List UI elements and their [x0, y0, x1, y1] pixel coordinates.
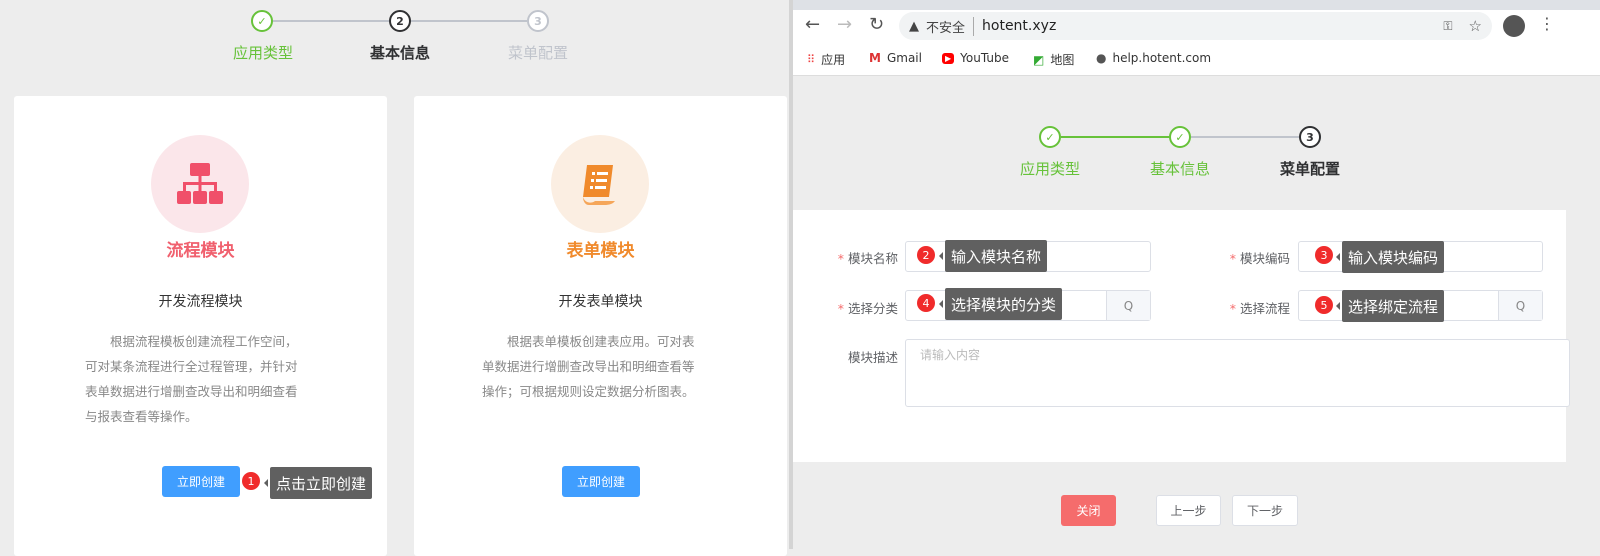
callout-badge: 5 [1315, 296, 1333, 314]
search-icon[interactable]: Q [1106, 291, 1150, 320]
required-mark: * [1229, 301, 1236, 316]
apps-grid-icon: ⠿ [807, 53, 816, 66]
bookmark-gmail[interactable]: M Gmail [869, 51, 922, 65]
menu-icon[interactable]: ⋮ [1539, 14, 1555, 33]
card-subtitle: 开发表单模块 [558, 294, 643, 310]
callout-tooltip: 点击立即创建 [263, 467, 373, 499]
left-panel: ✓ 2 3 应用类型 基本信息 菜单配置 流程模块 开发流程模块 根据流程模板创… [0, 0, 789, 556]
step-1-check-icon: ✓ [1039, 126, 1061, 148]
required-mark: * [1229, 251, 1236, 266]
callout-badge: 4 [917, 294, 935, 312]
url-text: hotent.xyz [982, 18, 1057, 34]
bookmark-label: Gmail [886, 51, 922, 65]
step-2-circle: 2 [389, 10, 411, 32]
forward-icon[interactable]: → [837, 14, 852, 35]
step-1-label: 应用类型 [232, 44, 294, 62]
callout-badge: 3 [1315, 246, 1333, 264]
callout-badge: 1 [242, 472, 260, 490]
profile-avatar-icon[interactable] [1503, 15, 1525, 37]
callout-tooltip: 输入模块名称 [938, 240, 1048, 272]
form-module-card: 表单模块 开发表单模块 根据表单模板创建表应用。可对表 单数据进行增删查改导出和… [414, 96, 787, 556]
step-1-check-icon: ✓ [251, 10, 273, 32]
module-form: * 模块名称 * 模块编码 * 选择分类 Q * 选择流程 Q 模块描述 请输入内容 2… [793, 210, 1570, 462]
callout-tooltip: 选择绑定流程 [1335, 290, 1445, 322]
required-mark: * [837, 301, 844, 316]
step-2-label: 基本信息 [1149, 160, 1211, 178]
desc-line: 表单数据进行增删查改导出和明细查看 [85, 384, 298, 399]
bookmark-help[interactable]: ● help.hotent.com [1096, 51, 1211, 65]
desc-line: 可对某条流程进行全过程管理，并针对 [85, 359, 298, 374]
warning-icon: ▲ [909, 18, 919, 34]
star-icon[interactable]: ☆ [1469, 17, 1482, 35]
create-form-module-button[interactable]: 立即创建 [562, 466, 640, 497]
step-line [411, 20, 527, 22]
step-line [1061, 136, 1170, 138]
gmail-icon: M [869, 51, 881, 65]
create-flow-module-button[interactable]: 立即创建 [162, 466, 240, 497]
youtube-icon: ▶ [942, 52, 955, 64]
callout-tooltip: 输入模块编码 [1335, 241, 1445, 273]
bookmarks-bar: ⠿ 应用 M Gmail ▶ YouTube ◩ 地图 ● help.hotent.com [793, 44, 1600, 76]
desc-line: 根据表单模板创建表应用。可对表 [482, 334, 695, 349]
flow-label: * 选择流程 [1210, 298, 1290, 317]
card-title: 表单模块 [566, 241, 635, 261]
label-text: 选择分类 [847, 301, 898, 316]
step-3-circle: 3 [1299, 126, 1321, 148]
step-2-check-icon: ✓ [1169, 126, 1191, 148]
card-description: 根据表单模板创建表应用。可对表 单数据进行增删查改导出和明细查看等 操作；可根据… [482, 329, 695, 404]
reload-icon[interactable]: ↻ [869, 14, 884, 35]
back-icon[interactable]: ← [805, 14, 820, 35]
label-text: 模块编码 [1239, 251, 1290, 266]
card-subtitle: 开发流程模块 [158, 294, 243, 310]
tab-strip [793, 0, 1600, 10]
step-line [1191, 136, 1300, 138]
step-1-label: 应用类型 [1019, 160, 1081, 178]
form-document-icon [551, 135, 649, 233]
label-text: 选择流程 [1239, 301, 1290, 316]
required-mark: * [837, 251, 844, 266]
card-title: 流程模块 [166, 241, 235, 261]
search-icon[interactable]: Q [1498, 291, 1542, 320]
bookmark-label: help.hotent.com [1112, 51, 1212, 65]
bookmark-label: YouTube [960, 51, 1009, 65]
label-text: 模块名称 [847, 251, 898, 266]
description-textarea[interactable]: 请输入内容 [905, 339, 1570, 407]
close-button[interactable]: 关闭 [1061, 495, 1116, 526]
step-2-label: 基本信息 [369, 44, 431, 62]
bookmark-apps[interactable]: ⠿ 应用 [807, 51, 845, 68]
module-code-label: * 模块编码 [1210, 248, 1290, 267]
browser-window: ← → ↻ ▲ 不安全 hotent.xyz ⚿ ☆ ⋮ ⠿ 应用 M Gmail … [793, 0, 1600, 549]
security-label: 不安全 [926, 16, 975, 36]
card-description: 根据流程模板创建流程工作空间， 可对某条流程进行全过程管理，并针对 表单数据进行… [85, 329, 298, 429]
desc-line: 根据流程模板创建流程工作空间， [85, 334, 298, 349]
desc-line: 单数据进行增删查改导出和明细查看等 [482, 359, 695, 374]
callout-tooltip: 选择模块的分类 [938, 288, 1063, 320]
bookmark-label: 应用 [821, 53, 846, 67]
bookmark-label: 地图 [1050, 53, 1075, 67]
flowchart-icon [151, 135, 249, 233]
browser-toolbar: ← → ↻ ▲ 不安全 hotent.xyz ⚿ ☆ ⋮ [793, 10, 1600, 44]
next-step-button[interactable]: 下一步 [1232, 495, 1298, 526]
bookmark-maps[interactable]: ◩ 地图 [1033, 51, 1074, 68]
globe-icon: ● [1096, 51, 1107, 65]
step-3-label: 菜单配置 [507, 44, 569, 62]
maps-icon: ◩ [1033, 52, 1045, 67]
module-name-label: * 模块名称 [818, 248, 898, 267]
description-label: 模块描述 [847, 350, 898, 365]
address-bar[interactable]: ▲ 不安全 hotent.xyz ⚿ ☆ [899, 12, 1492, 40]
desc-line: 与报表查看等操作。 [85, 409, 198, 424]
desc-line: 操作；可根据规则设定数据分析图表。 [482, 384, 695, 399]
category-label: * 选择分类 [818, 298, 898, 317]
key-icon[interactable]: ⚿ [1443, 19, 1452, 34]
bookmark-youtube[interactable]: ▶ YouTube [942, 51, 1009, 65]
step-3-label: 菜单配置 [1279, 160, 1341, 178]
step-line [273, 20, 389, 22]
prev-step-button[interactable]: 上一步 [1156, 495, 1221, 526]
callout-badge: 2 [917, 246, 935, 264]
step-3-circle: 3 [527, 10, 549, 32]
